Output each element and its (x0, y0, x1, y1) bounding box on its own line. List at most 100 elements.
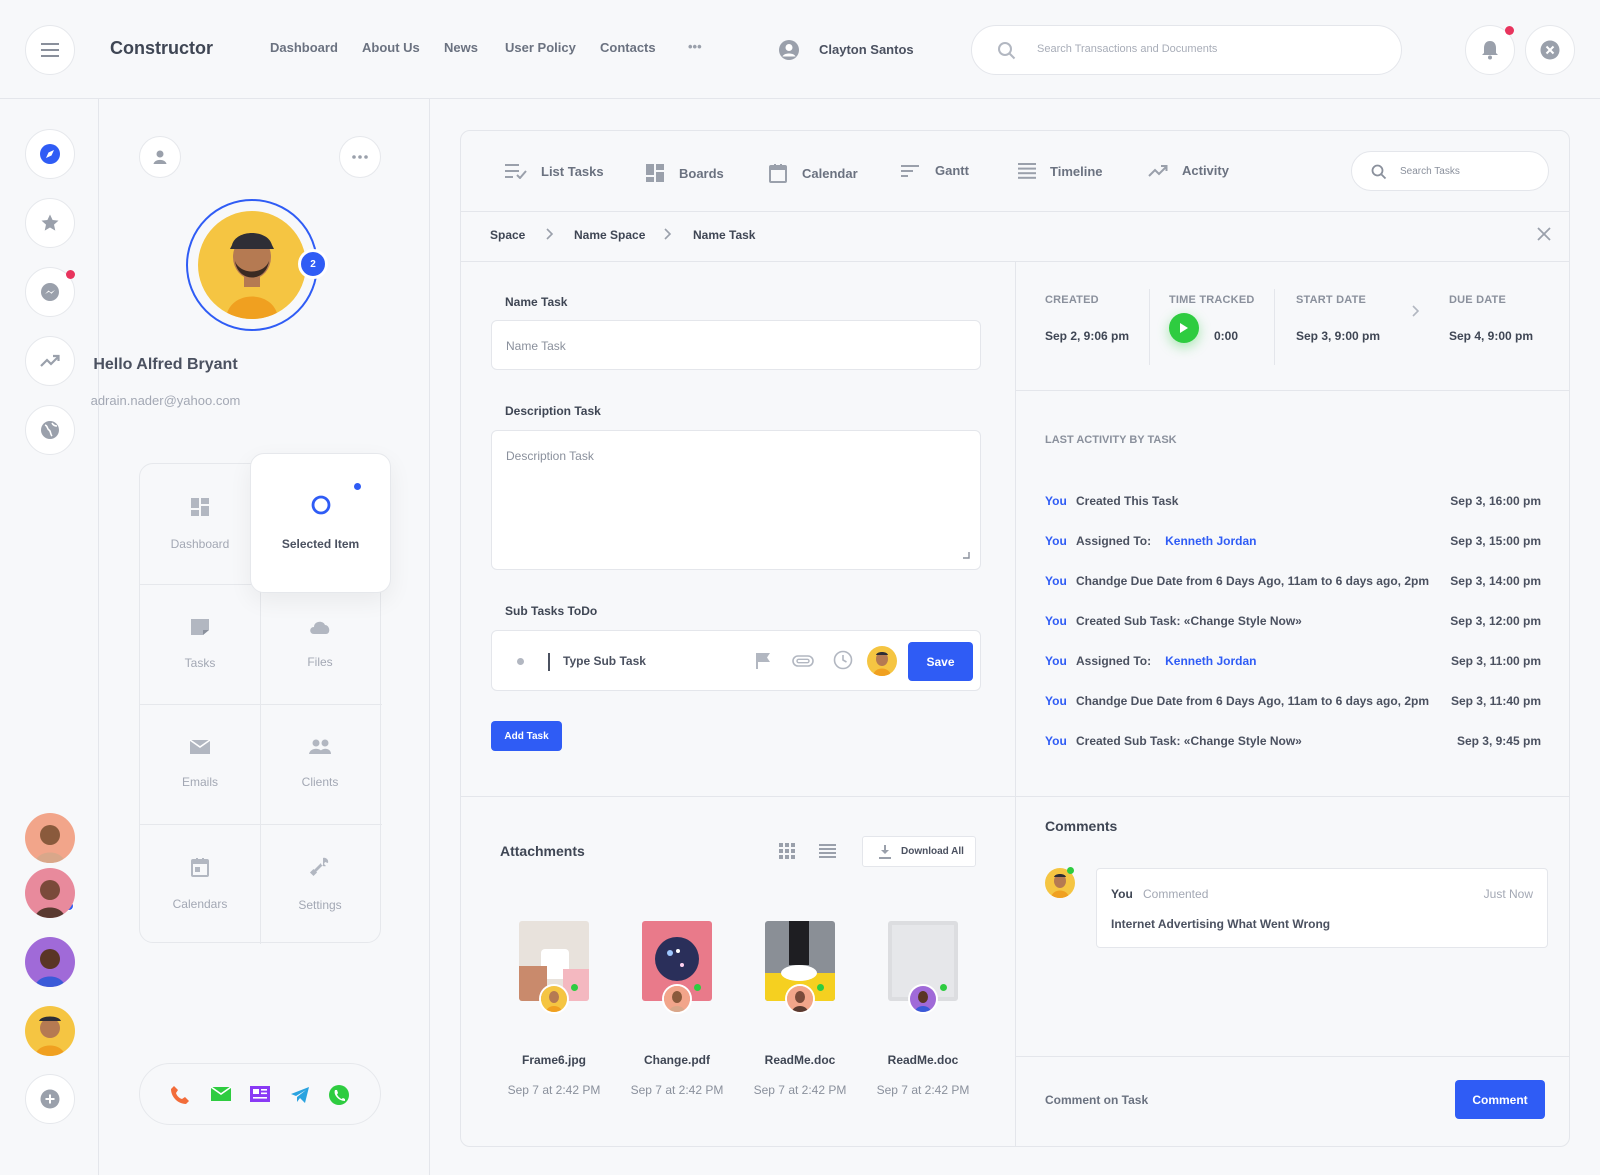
grid-item-settings[interactable]: Settings (260, 824, 380, 944)
breadcrumb-name-space[interactable]: Name Space (574, 228, 645, 242)
grid-item-clients[interactable]: Clients (260, 704, 380, 824)
user-name[interactable]: Clayton Santos (819, 42, 914, 57)
nav-news[interactable]: News (444, 40, 478, 55)
assignee-avatar[interactable] (867, 646, 897, 676)
plus-icon (40, 1089, 60, 1109)
attachment-item[interactable]: ReadMe.doc Sep 7 at 2:42 PM (730, 921, 870, 1097)
notifications-button[interactable] (1465, 25, 1515, 75)
global-search-input[interactable]: Search Transactions and Documents (971, 25, 1402, 75)
profile-avatar[interactable] (198, 211, 306, 319)
comment-input[interactable]: Comment on Task (1045, 1093, 1148, 1107)
activity-author[interactable]: You (1045, 534, 1067, 548)
comment-author[interactable]: You (1111, 887, 1133, 901)
tab-timeline[interactable]: Timeline (1018, 163, 1103, 179)
save-subtask-button[interactable]: Save (908, 642, 973, 681)
tab-gantt[interactable]: Gantt (901, 163, 969, 178)
contact-avatar-4[interactable] (25, 1006, 75, 1056)
activity-author[interactable]: You (1045, 574, 1067, 588)
attachment-icon[interactable] (792, 655, 814, 667)
contact-avatar-1[interactable] (25, 813, 75, 863)
grid-item-dashboard[interactable]: Dashboard (140, 464, 260, 584)
activity-time: Sep 3, 16:00 pm (1450, 494, 1541, 508)
contact-avatar-2[interactable] (25, 868, 75, 918)
activity-target-link[interactable]: Kenneth Jordan (1165, 654, 1256, 668)
activity-author[interactable]: You (1045, 694, 1067, 708)
newspaper-icon[interactable] (249, 1085, 271, 1103)
nav-user-policy[interactable]: User Policy (505, 40, 576, 55)
tab-list-tasks[interactable]: List Tasks (505, 163, 604, 179)
tab-label: List Tasks (541, 163, 604, 179)
comment-button[interactable]: Comment (1455, 1080, 1545, 1119)
chevron-right-icon (1412, 305, 1420, 317)
tab-label: Boards (679, 165, 724, 181)
timeline-icon (1018, 163, 1036, 179)
name-task-input[interactable]: Name Task (491, 320, 981, 370)
clock-icon[interactable] (833, 650, 853, 670)
attachment-item[interactable]: Frame6.jpg Sep 7 at 2:42 PM (484, 921, 624, 1097)
grid-item-selected[interactable]: Selected Item (250, 453, 391, 593)
attachment-name: ReadMe.doc (764, 1053, 836, 1067)
comment-time: Just Now (1483, 887, 1533, 901)
calendar-icon (768, 163, 788, 183)
rail-messages-button[interactable] (25, 267, 75, 317)
task-search-input[interactable]: Search Tasks (1351, 151, 1549, 191)
grid-item-tasks[interactable]: Tasks (140, 584, 260, 704)
nav-about-us[interactable]: About Us (362, 40, 420, 55)
note-icon (190, 618, 210, 636)
description-textarea[interactable]: Description Task (491, 430, 981, 570)
tab-label: Calendar (802, 165, 858, 181)
due-date-label: DUE DATE (1449, 294, 1507, 306)
profile-more-button[interactable] (339, 136, 381, 178)
breadcrumb-space[interactable]: Space (490, 228, 525, 242)
profile-avatar-ring: 2 (186, 199, 328, 331)
mail-icon[interactable] (210, 1086, 232, 1102)
online-dot (1067, 867, 1074, 874)
attachment-item[interactable]: Change.pdf Sep 7 at 2:42 PM (607, 921, 747, 1097)
telegram-icon[interactable] (290, 1086, 310, 1104)
grid-item-calendars[interactable]: Calendars (140, 824, 260, 944)
nav-contacts[interactable]: Contacts (600, 40, 656, 55)
activity-time: Sep 3, 14:00 pm (1450, 574, 1541, 588)
grid-item-files[interactable]: Files (260, 584, 380, 704)
list-view-icon[interactable] (819, 844, 836, 858)
close-icon[interactable] (1537, 227, 1551, 241)
grid-view-icon[interactable] (779, 843, 795, 859)
phone-icon[interactable] (170, 1085, 190, 1105)
contact-methods (139, 1063, 381, 1125)
activity-author[interactable]: You (1045, 494, 1067, 508)
chevron-right-icon (664, 228, 672, 240)
add-task-button[interactable]: Add Task (491, 721, 562, 751)
activity-author[interactable]: You (1045, 614, 1067, 628)
activity-author[interactable]: You (1045, 654, 1067, 668)
tab-boards[interactable]: Boards (645, 163, 724, 183)
attachment-item[interactable]: ReadMe.doc Sep 7 at 2:42 PM (853, 921, 993, 1097)
mail-icon (189, 739, 211, 755)
activity-author[interactable]: You (1045, 734, 1067, 748)
close-circle-icon (1540, 40, 1560, 60)
activity-text: Created This Task (1076, 494, 1179, 508)
resize-handle-icon[interactable] (962, 551, 970, 559)
close-session-button[interactable] (1525, 25, 1575, 75)
play-timer-button[interactable] (1169, 313, 1199, 343)
download-all-button[interactable]: Download All (862, 836, 976, 867)
more-nav-button[interactable]: ••• (688, 39, 702, 54)
nav-dashboard[interactable]: Dashboard (270, 40, 338, 55)
profile-button[interactable] (139, 136, 181, 178)
flag-icon[interactable] (755, 652, 771, 670)
menu-button[interactable] (25, 25, 75, 75)
tab-activity[interactable]: Activity (1148, 163, 1229, 178)
rail-explore-button[interactable] (25, 129, 75, 179)
subtask-input[interactable]: Type Sub Task (563, 654, 646, 668)
rail-globe-button[interactable] (25, 405, 75, 455)
whatsapp-icon[interactable] (328, 1084, 350, 1106)
profile-greeting: Hello Alfred Bryant (93, 356, 238, 373)
tab-calendar[interactable]: Calendar (768, 163, 858, 183)
boards-icon (645, 163, 665, 183)
contact-avatar-3[interactable] (25, 937, 75, 987)
tab-label: Activity (1182, 163, 1229, 178)
subtasks-label: Sub Tasks ToDo (505, 604, 598, 618)
add-contact-button[interactable] (25, 1074, 75, 1124)
activity-target-link[interactable]: Kenneth Jordan (1165, 534, 1256, 548)
grid-item-emails[interactable]: Emails (140, 704, 260, 824)
rail-favorites-button[interactable] (25, 198, 75, 248)
